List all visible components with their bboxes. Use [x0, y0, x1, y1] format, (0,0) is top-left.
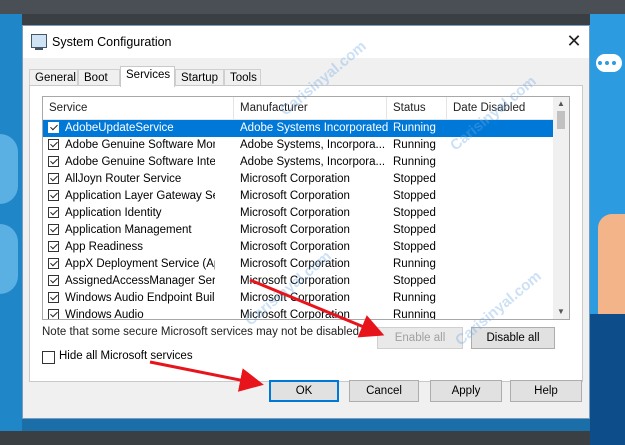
service-name: Adobe Genuine Software Integri... [65, 156, 215, 168]
hide-microsoft-services-label: Hide all Microsoft services [59, 350, 193, 362]
service-checkbox[interactable] [48, 122, 59, 133]
illustration-shirt [590, 314, 625, 445]
close-button[interactable]: ✕ [563, 30, 585, 52]
service-name: Adobe Genuine Software Monito... [65, 139, 215, 151]
service-status: Running [393, 156, 436, 168]
service-checkbox[interactable] [48, 156, 59, 167]
service-name: AdobeUpdateService [65, 122, 174, 134]
service-checkbox[interactable] [48, 190, 59, 201]
service-name: AppX Deployment Service (AppX... [65, 258, 215, 270]
service-checkbox[interactable] [48, 139, 59, 150]
service-row[interactable]: Application Identity Microsoft Corporatio… [43, 205, 553, 222]
service-status: Stopped [393, 275, 436, 287]
column-header-status[interactable]: Status [387, 97, 447, 119]
vertical-scrollbar[interactable]: ▲ ▼ [553, 97, 569, 319]
chat-bubble-icon [596, 54, 622, 72]
service-manufacturer: Adobe Systems, Incorpora... [240, 139, 386, 151]
apply-button[interactable]: Apply [430, 380, 502, 402]
service-checkbox[interactable] [48, 258, 59, 269]
checkbox-box[interactable] [42, 351, 55, 364]
secure-services-note: Note that some secure Microsoft services… [42, 326, 363, 338]
service-checkbox[interactable] [48, 207, 59, 218]
service-status: Stopped [393, 207, 436, 219]
service-row[interactable]: Application Management Microsoft Corporat… [43, 222, 553, 239]
service-row[interactable]: App Readiness Microsoft Corporation Stoppe… [43, 239, 553, 256]
service-name: Application Identity [65, 207, 162, 219]
background-left-decoration [0, 14, 22, 431]
service-manufacturer: Microsoft Corporation [240, 190, 350, 202]
service-checkbox[interactable] [48, 292, 59, 303]
service-name: Application Management [65, 224, 192, 236]
background-top [0, 0, 625, 14]
service-name: Application Layer Gateway Service [65, 190, 215, 202]
background-bottom [22, 419, 590, 431]
background-shape [0, 134, 18, 204]
service-name: AssignedAccessManager Service [65, 275, 215, 287]
service-manufacturer: Adobe Systems, Incorpora... [240, 156, 386, 168]
help-button[interactable]: Help [510, 380, 582, 402]
service-status: Stopped [393, 241, 436, 253]
service-status: Stopped [393, 190, 436, 202]
services-list[interactable]: Service Manufacturer Status Date Disable… [42, 96, 570, 320]
service-status: Running [393, 309, 436, 320]
service-checkbox[interactable] [48, 309, 59, 319]
scroll-down-arrow-icon[interactable]: ▼ [553, 305, 569, 319]
background-right-decoration [590, 14, 625, 445]
service-name: Windows Audio Endpoint Builder [65, 292, 215, 304]
service-name: AllJoyn Router Service [65, 173, 182, 185]
tab-services[interactable]: Services [120, 66, 175, 87]
tab-tools[interactable]: Tools [224, 69, 261, 86]
services-panel: Service Manufacturer Status Date Disable… [29, 85, 583, 382]
cancel-button[interactable]: Cancel [349, 380, 419, 402]
service-status: Stopped [393, 173, 436, 185]
background-shape [0, 224, 18, 294]
scroll-thumb[interactable] [557, 111, 565, 129]
service-manufacturer: Microsoft Corporation [240, 241, 350, 253]
service-name: App Readiness [65, 241, 143, 253]
service-manufacturer: Microsoft Corporation [240, 224, 350, 236]
tab-boot[interactable]: Boot [78, 69, 120, 86]
scroll-up-arrow-icon[interactable]: ▲ [553, 97, 569, 111]
service-manufacturer: Microsoft Corporation [240, 173, 350, 185]
service-status: Running [393, 258, 436, 270]
window-title: System Configuration [52, 35, 172, 49]
service-status: Running [393, 139, 436, 151]
service-row[interactable]: Windows Audio Endpoint Builder Microsoft … [43, 290, 553, 307]
service-status: Stopped [393, 224, 436, 236]
service-row[interactable]: Adobe Genuine Software Integri... Adobe S… [43, 154, 553, 171]
tab-general[interactable]: General [29, 69, 78, 86]
service-row[interactable]: AllJoyn Router Service Microsoft Corporat… [43, 171, 553, 188]
service-manufacturer: Adobe Systems Incorporated [240, 122, 388, 134]
title-bar[interactable]: System Configuration ✕ [23, 26, 589, 58]
service-checkbox[interactable] [48, 275, 59, 286]
service-name: Windows Audio [65, 309, 144, 320]
service-row[interactable]: Application Layer Gateway Service Microso… [43, 188, 553, 205]
tab-startup[interactable]: Startup [175, 69, 224, 86]
service-status: Running [393, 292, 436, 304]
column-header-service[interactable]: Service [43, 97, 234, 119]
service-row[interactable]: Adobe Genuine Software Monito... Adobe Sy… [43, 137, 553, 154]
service-checkbox[interactable] [48, 224, 59, 235]
service-status: Running [393, 122, 436, 134]
enable-all-button[interactable]: Enable all [377, 327, 463, 349]
msconfig-app-icon [31, 34, 47, 50]
service-manufacturer: Microsoft Corporation [240, 207, 350, 219]
service-checkbox[interactable] [48, 241, 59, 252]
ok-button[interactable]: OK [269, 380, 339, 402]
service-checkbox[interactable] [48, 173, 59, 184]
